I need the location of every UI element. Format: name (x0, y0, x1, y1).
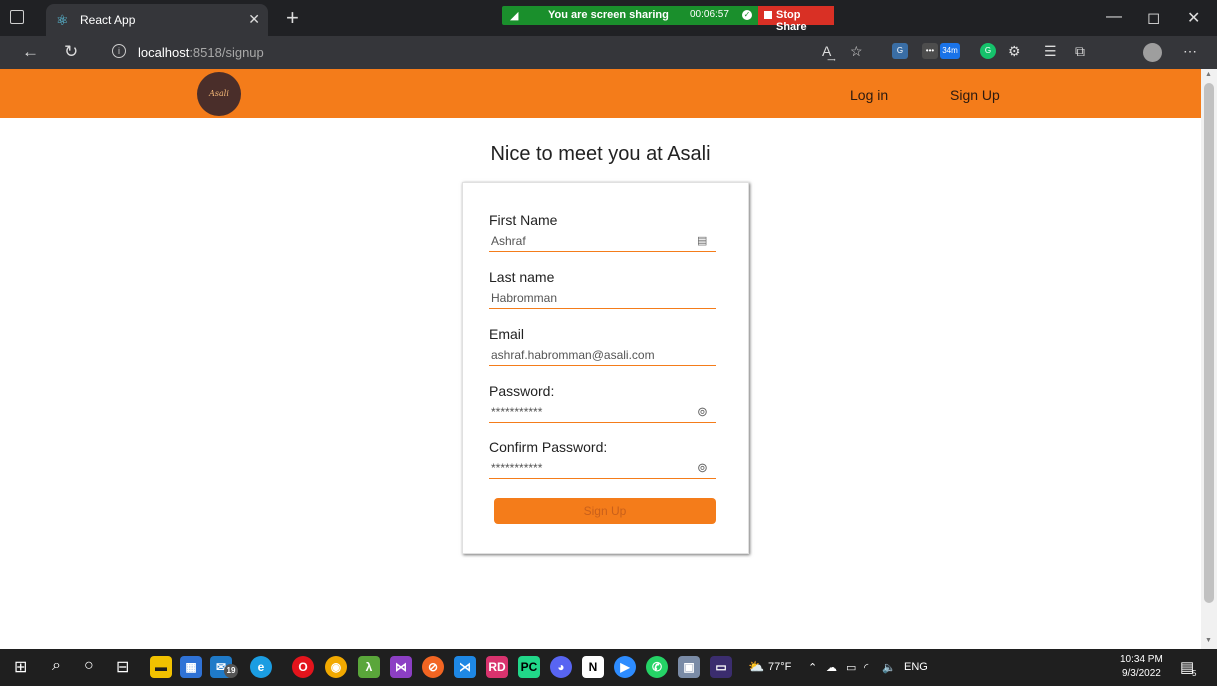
photos-icon[interactable]: ▣ (678, 656, 700, 678)
stop-share-label: Stop Share (776, 9, 807, 33)
more-menu-icon[interactable]: ⋯ (1183, 43, 1197, 60)
share-status-icon: ◢ (510, 10, 519, 22)
search-icon[interactable]: ⌕ (52, 657, 61, 675)
shield-icon: ✓ (742, 10, 752, 20)
password-input[interactable] (489, 401, 716, 423)
volume-icon[interactable]: 🔈 (882, 661, 896, 674)
system-clock[interactable]: 10:34 PM 9/3/2022 (1120, 653, 1163, 681)
tab-actions-icon[interactable] (10, 10, 24, 24)
screen-share-bar: ◢ You are screen sharing 00:06:57 ✓ Stop… (502, 6, 834, 33)
confirm-password-key-icon[interactable]: ⊚ (697, 460, 708, 476)
store-icon[interactable]: ▦ (180, 656, 202, 678)
email-label: Email (489, 326, 525, 342)
info-icon[interactable]: i (112, 44, 126, 58)
tab-react-app[interactable]: ⚛ React App ✕ (46, 4, 268, 36)
cloud-icon[interactable]: ☁ (826, 661, 837, 674)
page-title: Nice to meet you at Asali (490, 143, 711, 165)
lambda-app-icon[interactable]: λ (358, 656, 380, 678)
notion-icon[interactable]: N (582, 656, 604, 678)
wifi-icon[interactable]: ◜ (864, 661, 868, 674)
last-name-input[interactable] (489, 287, 716, 309)
back-arrow-icon[interactable]: ← (22, 42, 39, 62)
react-icon: ⚛ (56, 12, 69, 28)
stop-share-button[interactable]: Stop Share (758, 6, 834, 33)
visual-studio-icon[interactable]: ⋈ (390, 656, 412, 678)
favorites-icon[interactable]: ☰ (1044, 43, 1057, 60)
file-explorer-icon[interactable]: ▬ (150, 656, 172, 678)
vscode-icon[interactable]: ⋊ (454, 656, 476, 678)
grammarly-icon[interactable]: G (980, 43, 996, 59)
stop-icon (764, 11, 772, 19)
browser-tabbar: ⚛ React App ✕ + ◢ You are screen sharing… (0, 0, 1217, 36)
cortana-icon[interactable]: ○ (84, 657, 94, 675)
contact-card-icon: ▤ (697, 235, 708, 247)
url-path: :8518/signup (189, 45, 264, 60)
first-name-input[interactable] (489, 230, 716, 252)
tray-overflow-icon[interactable]: ⌃ (808, 661, 817, 674)
timer-extension-icon[interactable]: 34m (940, 43, 960, 59)
chrome-icon[interactable]: ◉ (325, 656, 347, 678)
zoom-icon[interactable]: ▶ (614, 656, 636, 678)
scroll-thumb[interactable] (1204, 83, 1214, 603)
minimize-icon[interactable]: — (1106, 8, 1122, 26)
share-timer: 00:06:57 (690, 9, 729, 20)
refresh-icon[interactable]: ↻ (64, 42, 78, 62)
notification-badge: 5 (1192, 669, 1197, 678)
edge-icon[interactable]: e (250, 656, 272, 678)
first-name-label: First Name (489, 212, 558, 228)
password-key-icon[interactable]: ⊚ (697, 404, 708, 420)
site-header: Asali Log in Sign Up (0, 69, 1201, 118)
collections-icon[interactable]: ⧉ (1075, 43, 1085, 60)
url-field[interactable]: localhost:8518/signup (138, 45, 264, 60)
language-indicator[interactable]: ENG (904, 661, 928, 673)
nav-signup-link[interactable]: Sign Up (950, 87, 1000, 103)
weather-icon[interactable]: ⛅ (748, 659, 764, 675)
new-tab-icon[interactable]: + (286, 5, 299, 31)
mail-badge: 19 (224, 664, 238, 678)
translate-extension-icon[interactable]: G (892, 43, 908, 59)
postman-icon[interactable]: ⊘ (422, 656, 444, 678)
windows-start-icon[interactable]: ⊞ (14, 657, 27, 677)
asali-logo[interactable]: Asali (197, 72, 241, 116)
terminal-icon[interactable]: ▭ (710, 656, 732, 678)
discord-icon[interactable]: ◕ (550, 656, 572, 678)
task-view-icon[interactable]: ⊟ (116, 657, 129, 677)
battery-icon[interactable]: ▭ (846, 661, 856, 674)
favorite-add-icon[interactable]: ☆ (850, 43, 863, 60)
signup-card: First Name ▤ Last name Email Password: ⊚… (462, 182, 749, 554)
confirm-password-label: Confirm Password: (489, 439, 608, 455)
password-label: Password: (489, 383, 555, 399)
share-status-text: You are screen sharing (548, 9, 669, 21)
close-window-icon[interactable]: ✕ (1187, 8, 1200, 28)
extensions-icon[interactable]: ⚙ (1008, 43, 1021, 60)
opera-icon[interactable]: O (292, 656, 314, 678)
scroll-down-icon[interactable]: ▼ (1205, 637, 1212, 644)
profile-avatar[interactable] (1143, 43, 1162, 62)
windows-taskbar: ⊞ ⌕ ○ ⊟ ▬ ▦ ✉ 19 e O ◉ λ ⋈ ⊘ ⋊ RD PC ◕ N… (0, 649, 1217, 686)
address-bar: ← ↻ i localhost:8518/signup A͢ ☆ G ••• 3… (0, 36, 1217, 69)
close-tab-icon[interactable]: ✕ (248, 11, 260, 28)
clock-time: 10:34 PM (1120, 654, 1163, 665)
url-host: localhost (138, 45, 190, 60)
signup-button[interactable]: Sign Up (494, 498, 716, 524)
pycharm-icon[interactable]: PC (518, 656, 540, 678)
rider-icon[interactable]: RD (486, 656, 508, 678)
scroll-up-icon[interactable]: ▲ (1205, 71, 1212, 78)
whatsapp-icon[interactable]: ✆ (646, 656, 668, 678)
clock-date: 9/3/2022 (1121, 668, 1161, 679)
restore-icon[interactable]: ◻ (1147, 8, 1160, 28)
last-name-label: Last name (489, 269, 555, 285)
email-input[interactable] (489, 344, 716, 366)
confirm-password-input[interactable] (489, 457, 716, 479)
weather-temp[interactable]: 77°F (768, 661, 791, 673)
read-aloud-icon[interactable]: A͢ (822, 43, 831, 59)
tab-title: React App (80, 13, 136, 27)
extension-dots-icon[interactable]: ••• (922, 43, 938, 59)
nav-login-link[interactable]: Log in (850, 87, 888, 103)
page-scrollbar[interactable]: ▲ ▼ (1201, 69, 1217, 649)
